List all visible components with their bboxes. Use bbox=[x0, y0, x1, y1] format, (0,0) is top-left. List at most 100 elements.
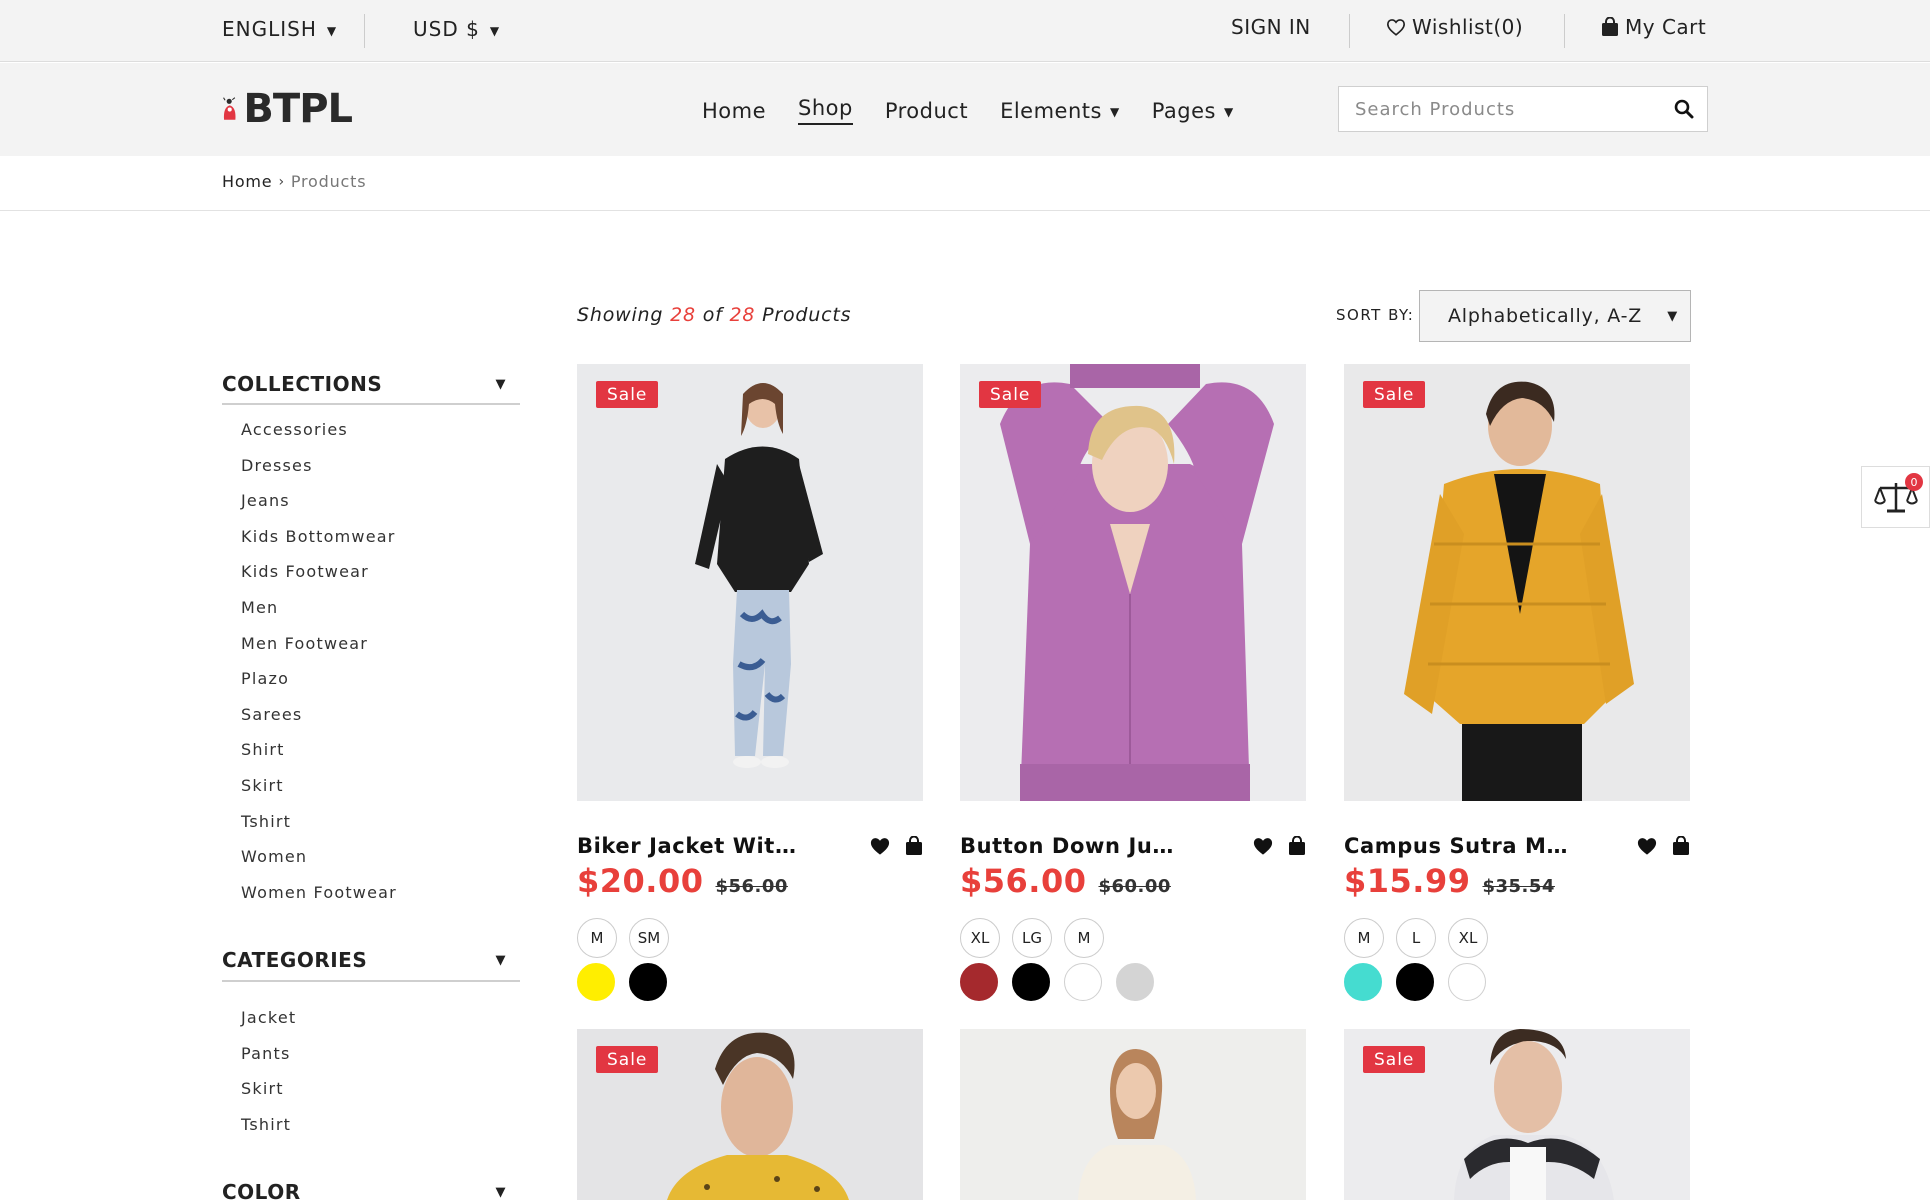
product-name[interactable]: Biker Jacket With... bbox=[577, 834, 807, 858]
divider bbox=[222, 403, 520, 405]
size-option[interactable]: LG bbox=[1012, 918, 1052, 958]
color-swatch[interactable] bbox=[1116, 963, 1154, 1001]
color-swatch[interactable] bbox=[960, 963, 998, 1001]
product-card[interactable]: Sale bbox=[577, 1029, 923, 1200]
product-card[interactable]: Sale Button Down Jumper $56.00 $60.00 XL… bbox=[960, 364, 1306, 1001]
category-filter-item[interactable]: Tshirt bbox=[241, 1107, 296, 1143]
divider bbox=[0, 210, 1930, 211]
search-button[interactable] bbox=[1661, 87, 1707, 131]
wishlist-label: Wishlist(0) bbox=[1412, 15, 1524, 39]
product-card[interactable] bbox=[960, 1029, 1306, 1200]
breadcrumb-home[interactable]: Home bbox=[222, 172, 272, 191]
size-option[interactable]: L bbox=[1396, 918, 1436, 958]
nav-shop[interactable]: Shop bbox=[798, 96, 853, 125]
add-to-cart-icon[interactable] bbox=[905, 836, 923, 856]
sort-by-label: SORT BY: bbox=[1336, 306, 1415, 324]
product-image[interactable]: Sale bbox=[1344, 1029, 1690, 1200]
product-card[interactable]: Sale Biker Jacket With... $20.00 $56.00 … bbox=[577, 364, 923, 1001]
product-image[interactable]: Sale bbox=[1344, 364, 1690, 801]
color-swatch[interactable] bbox=[1344, 963, 1382, 1001]
product-price: $56.00 bbox=[960, 862, 1087, 900]
color-swatch[interactable] bbox=[629, 963, 667, 1001]
product-image[interactable]: Sale bbox=[960, 364, 1306, 801]
product-card[interactable]: Sale Campus Sutra Men... $15.99 $35.54 M… bbox=[1344, 364, 1690, 1001]
chevron-down-icon: ▼ bbox=[495, 376, 506, 392]
size-option[interactable]: XL bbox=[960, 918, 1000, 958]
size-option[interactable]: M bbox=[1064, 918, 1104, 958]
collection-filter-item[interactable]: Plazo bbox=[241, 661, 397, 697]
color-title: COLOR bbox=[222, 1180, 301, 1200]
compare-button[interactable]: 0 bbox=[1861, 466, 1930, 528]
wishlist-heart-icon[interactable] bbox=[1636, 836, 1658, 856]
nav-product[interactable]: Product bbox=[885, 96, 968, 125]
size-option[interactable]: M bbox=[1344, 918, 1384, 958]
nav-home[interactable]: Home bbox=[702, 96, 766, 125]
color-swatch[interactable] bbox=[1012, 963, 1050, 1001]
logo-mascot-icon bbox=[223, 97, 236, 120]
size-option[interactable]: SM bbox=[629, 918, 669, 958]
collection-filter-item[interactable]: Accessories bbox=[241, 412, 397, 448]
color-swatch[interactable] bbox=[577, 963, 615, 1001]
sale-badge: Sale bbox=[596, 381, 659, 408]
sale-badge: Sale bbox=[1363, 1046, 1426, 1073]
search-input[interactable] bbox=[1339, 87, 1661, 131]
chevron-down-icon: ▼ bbox=[489, 24, 501, 38]
wishlist-link[interactable]: Wishlist(0) bbox=[1386, 15, 1523, 39]
chevron-down-icon: ▼ bbox=[495, 1184, 506, 1200]
wishlist-heart-icon[interactable] bbox=[1252, 836, 1274, 856]
breadcrumb-current: Products bbox=[290, 172, 367, 191]
product-image[interactable]: Sale bbox=[577, 364, 923, 801]
category-filter-item[interactable]: Skirt bbox=[241, 1071, 296, 1107]
sort-value: Alphabetically, A-Z bbox=[1448, 305, 1643, 327]
product-card[interactable]: Sale bbox=[1344, 1029, 1690, 1200]
product-price: $20.00 bbox=[577, 862, 704, 900]
wishlist-heart-icon[interactable] bbox=[869, 836, 891, 856]
top-bar: ENGLISH ▼ USD $ ▼ SIGN IN Wishlist(0) My… bbox=[0, 0, 1930, 62]
collection-filter-item[interactable]: Men Footwear bbox=[241, 626, 397, 662]
collection-filter-item[interactable]: Dresses bbox=[241, 448, 397, 484]
category-filter-item[interactable]: Jacket bbox=[241, 1000, 296, 1036]
product-old-price: $35.54 bbox=[1482, 876, 1555, 897]
sale-badge: Sale bbox=[1363, 381, 1426, 408]
collection-filter-item[interactable]: Shirt bbox=[241, 732, 397, 768]
breadcrumb: Home › Products bbox=[222, 172, 366, 191]
add-to-cart-icon[interactable] bbox=[1288, 836, 1306, 856]
sign-in-link[interactable]: SIGN IN bbox=[1231, 15, 1311, 39]
product-image[interactable] bbox=[960, 1029, 1306, 1200]
collection-filter-item[interactable]: Kids Footwear bbox=[241, 554, 397, 590]
nav-pages[interactable]: Pages ▼ bbox=[1152, 96, 1234, 125]
collections-filter-header[interactable]: COLLECTIONS ▼ bbox=[222, 372, 520, 396]
collection-filter-item[interactable]: Women bbox=[241, 839, 397, 875]
add-to-cart-icon[interactable] bbox=[1672, 836, 1690, 856]
product-name[interactable]: Campus Sutra Men... bbox=[1344, 834, 1574, 858]
collections-list: Accessories Dresses Jeans Kids Bottomwear Ki… bbox=[241, 412, 397, 910]
categories-filter-header[interactable]: CATEGORIES ▼ bbox=[222, 948, 520, 972]
nav-elements[interactable]: Elements ▼ bbox=[1000, 96, 1120, 125]
collection-filter-item[interactable]: Tshirt bbox=[241, 804, 397, 840]
logo[interactable]: BTPL bbox=[222, 83, 353, 135]
currency-label: USD $ bbox=[413, 17, 480, 41]
size-option[interactable]: XL bbox=[1448, 918, 1488, 958]
cart-link[interactable]: My Cart bbox=[1601, 15, 1706, 39]
heart-icon bbox=[1386, 19, 1406, 36]
color-swatch[interactable] bbox=[1064, 963, 1102, 1001]
product-name[interactable]: Button Down Jumper bbox=[960, 834, 1190, 858]
collection-filter-item[interactable]: Women Footwear bbox=[241, 875, 397, 911]
collection-filter-item[interactable]: Kids Bottomwear bbox=[241, 519, 397, 555]
size-option[interactable]: M bbox=[577, 918, 617, 958]
color-filter-header[interactable]: COLOR ▼ bbox=[222, 1180, 520, 1200]
color-swatch[interactable] bbox=[1396, 963, 1434, 1001]
color-swatch[interactable] bbox=[1448, 963, 1486, 1001]
sort-select[interactable]: Alphabetically, A-Z ▼ bbox=[1419, 290, 1691, 342]
currency-selector[interactable]: USD $ ▼ bbox=[413, 17, 500, 41]
collection-filter-item[interactable]: Jeans bbox=[241, 483, 397, 519]
cart-label: My Cart bbox=[1625, 15, 1707, 39]
collection-filter-item[interactable]: Sarees bbox=[241, 697, 397, 733]
product-photo-man-yellow-puffer bbox=[1344, 364, 1690, 801]
collection-filter-item[interactable]: Men bbox=[241, 590, 397, 626]
product-image[interactable]: Sale bbox=[577, 1029, 923, 1200]
search-box bbox=[1338, 86, 1708, 132]
category-filter-item[interactable]: Pants bbox=[241, 1036, 296, 1072]
collection-filter-item[interactable]: Skirt bbox=[241, 768, 397, 804]
language-selector[interactable]: ENGLISH ▼ bbox=[222, 17, 337, 41]
